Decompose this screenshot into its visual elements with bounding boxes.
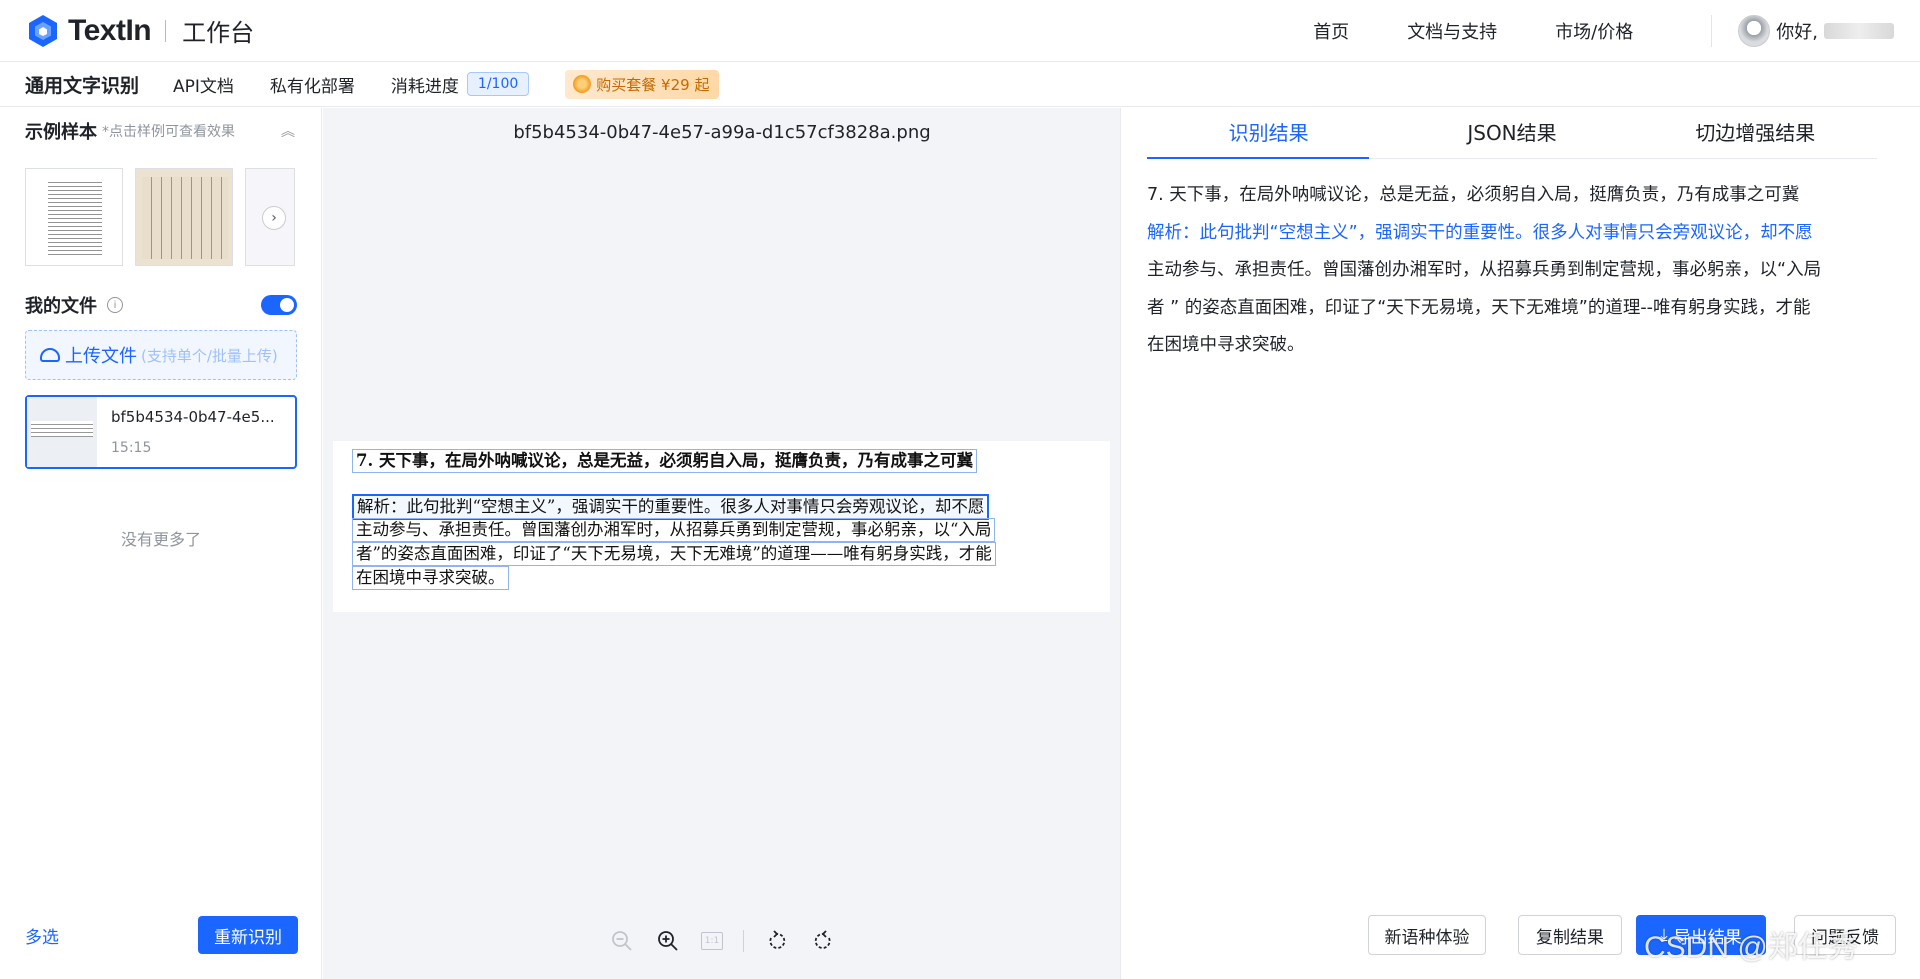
buy-plan-button[interactable]: 购买套餐 ¥29 起 [565,69,720,99]
product-title: 通用文字识别 [25,74,140,97]
logo[interactable]: TextIn [26,13,152,48]
toolbar-divider [743,930,744,952]
cloud-upload-icon [40,348,60,362]
result-line[interactable]: 7. 天下事，在局外呐喊议论，总是无益，必须躬自入局，挺膺负责，乃有成事之可冀 [1147,177,1867,215]
top-navbar: TextIn 工作台 首页 文档与支持 市场/价格 你好, [0,0,1920,62]
feedback-button[interactable]: 问题反馈 [1794,915,1896,955]
ocr-line-box[interactable]: 在困境中寻求突破。 [352,566,509,590]
samples-title: 示例样本 [25,122,97,143]
chevron-right-icon[interactable]: › [262,206,286,230]
samples-hint: *点击样例可查看效果 [102,124,235,140]
divider [165,19,167,42]
zoom-in-icon[interactable] [655,928,681,954]
rotate-right-icon[interactable] [810,928,836,954]
avatar[interactable] [1738,14,1771,47]
username-redacted [1824,22,1894,39]
file-thumbnail [27,397,97,467]
actual-size-icon[interactable]: 1:1 [701,932,723,950]
file-list-item[interactable]: bf5b4534-0b47-4e5... 15:15 [25,395,297,469]
export-result-button[interactable]: ⤓ 导出结果 [1636,915,1766,955]
viewer-toolbar: 1:1 [609,928,836,954]
nav-link-home[interactable]: 首页 [1313,18,1349,44]
result-line[interactable]: 主动参与、承担责任。曾国藩创办湘军时，从招募兵勇到制定营规，事必躬亲，以“入局 [1147,252,1867,290]
file-info: bf5b4534-0b47-4e5... 15:15 [111,408,275,456]
upload-file-button[interactable]: 上传文件 (支持单个/批量上传) [25,330,297,380]
greeting: 你好, [1776,21,1818,43]
ocr-line-box-selected[interactable]: 解析：此句批判“空想主义”，强调实干的重要性。很多人对事情只会旁观议论，却不愿 [352,494,990,520]
sample-thumb-multilang[interactable]: › [245,168,295,266]
usage-progress: 消耗进度 1/100 [390,72,530,97]
sample-thumb-ancient-book[interactable] [135,168,233,266]
result-panel: 识别结果 JSON结果 切边增强结果 7. 天下事，在局外呐喊议论，总是无益，必… [1122,108,1920,979]
logo-text: TextIn [68,13,152,47]
no-more-text: 没有更多了 [120,530,201,549]
textin-logo-icon [29,14,57,47]
info-icon[interactable]: i [107,297,123,313]
nav-links: 首页 文档与支持 市场/价格 你好, [1313,14,1894,47]
tab-crop-enhance-result[interactable]: 切边增强结果 [1634,108,1877,158]
file-time: 15:15 [111,440,152,456]
coin-bag-icon [573,75,592,93]
file-name: bf5b4534-0b47-4e5... [111,408,275,426]
nav-link-pricing[interactable]: 市场/价格 [1555,18,1633,44]
result-text: 7. 天下事，在局外呐喊议论，总是无益，必须躬自入局，挺膺负责，乃有成事之可冀 … [1147,177,1867,365]
zoom-out-icon[interactable] [609,928,635,954]
upload-label: 上传文件 [65,346,137,367]
rotate-left-icon[interactable] [764,928,790,954]
buy-plan-label: 购买套餐 ¥29 起 [596,75,710,94]
copy-result-button[interactable]: 复制结果 [1518,915,1622,955]
reocr-button[interactable]: 重新识别 [198,916,298,954]
tab-recognition-result[interactable]: 识别结果 [1147,108,1390,158]
sub-navbar: 通用文字识别 API文档 私有化部署 消耗进度 1/100 购买套餐 ¥29 起 [0,62,1920,107]
tab-json-result[interactable]: JSON结果 [1390,108,1633,158]
document-image: 7. 天下事，在局外呐喊议论，总是无益，必须躬自入局，挺膺负责，乃有成事之可冀 … [333,441,1110,612]
result-line[interactable]: 者 ” 的姿态直面困难，印证了“天下无易境，天下无难境”的道理--唯有躬身实践，… [1147,290,1867,328]
private-deploy-link[interactable]: 私有化部署 [270,72,355,97]
result-tabs: 识别结果 JSON结果 切边增强结果 [1147,108,1877,159]
ocr-line-box[interactable]: 7. 天下事，在局外呐喊议论，总是无益，必须躬自入局，挺膺负责，乃有成事之可冀 [352,449,977,473]
ocr-line-box[interactable]: 者”的姿态直面困难，印证了“天下无易境，天下无难境”的道理——唯有躬身实践，才能 [352,542,996,566]
ocr-line-box[interactable]: 主动参与、承担责任。曾国藩创办湘军时，从招募兵勇到制定营规，事必躬亲，以“入局 [352,518,996,542]
nav-link-docs[interactable]: 文档与支持 [1407,18,1497,44]
collapse-icon[interactable]: ︽ [281,121,295,141]
sample-thumbnails: › [25,168,295,266]
sidebar: 示例样本 *点击样例可查看效果 ︽ › 我的文件 i 上传文件 (支持单个/批量… [0,108,322,979]
upload-hint: (支持单个/批量上传) [141,346,278,365]
usage-badge: 1/100 [466,72,530,96]
workspace-title[interactable]: 工作台 [182,13,254,48]
usage-label: 消耗进度 [390,76,459,97]
multi-select-link[interactable]: 多选 [25,923,59,948]
result-line-highlighted[interactable]: 解析：此句批判“空想主义”，强调实干的重要性。很多人对事情只会旁观议论，却不愿 [1147,215,1867,253]
sample-thumb-document[interactable] [25,168,123,266]
download-icon: ⤓ [1660,925,1668,945]
result-line[interactable]: 在困境中寻求突破。 [1147,327,1867,365]
myfiles-title: 我的文件 [25,296,97,317]
new-language-button[interactable]: 新语种体验 [1368,915,1486,955]
export-label: 导出结果 [1673,927,1742,948]
samples-header: 示例样本 *点击样例可查看效果 ︽ [25,118,295,144]
viewer-filename: bf5b4534-0b47-4e57-a99a-d1c57cf3828a.png [513,122,931,143]
api-docs-link[interactable]: API文档 [173,72,234,97]
user-menu[interactable]: 你好, [1711,14,1894,47]
active-tab-indicator [1147,157,1369,159]
myfiles-toggle[interactable] [261,295,297,315]
myfiles-header: 我的文件 i [25,292,297,318]
image-viewer: bf5b4534-0b47-4e57-a99a-d1c57cf3828a.png… [323,108,1121,979]
